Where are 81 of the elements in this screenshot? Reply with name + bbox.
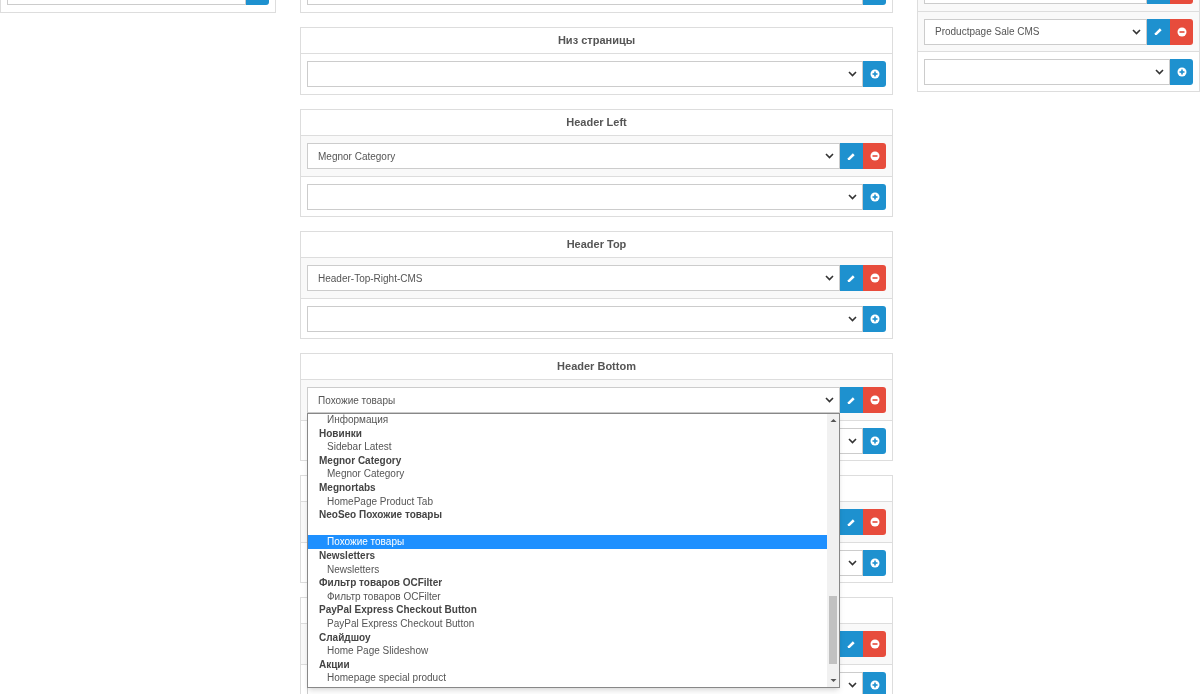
minus-circle-icon [869,639,880,649]
panel-title: Header Top [566,237,627,253]
minus-circle-icon [869,395,880,405]
add-button[interactable] [863,549,886,576]
panel-title: Header Bottom [557,359,636,375]
plus-circle-icon [1176,66,1187,77]
dropdown-option[interactable]: Newsletters [308,562,827,577]
edit-button[interactable] [840,143,863,169]
edit-button[interactable] [840,265,863,291]
plus-circle-icon [869,313,880,324]
remove-button[interactable] [1170,18,1193,45]
pencil-icon [847,151,856,161]
edit-button[interactable] [840,509,863,535]
chevron-down-icon [1155,68,1164,75]
edit-button[interactable] [840,631,863,657]
plus-circle-icon [869,69,880,79]
select-field[interactable] [307,61,863,87]
add-button[interactable] [863,61,886,87]
chevron-down-icon [848,437,857,444]
chevron-down-icon [848,681,857,688]
add-button[interactable] [1170,58,1193,85]
chevron-down-icon [848,315,857,322]
select-field[interactable]: Header-Top-Right-CMS [307,265,840,291]
select-field[interactable]: Productpage Sale CMS [924,18,1147,45]
option-group-label: Новинки [318,426,363,441]
pencil-icon [847,639,856,649]
option-group-label: Megnor Category [318,453,403,468]
plus-circle-icon [869,191,880,202]
scrollbar-thumb[interactable] [829,596,837,664]
edit-button[interactable] [1147,18,1170,45]
dropdown-option[interactable]: HomePage Product Tab [308,494,827,509]
dropdown-option[interactable]: Информация [308,414,827,427]
edit-button[interactable] [840,387,863,413]
chevron-down-icon [825,153,834,159]
dropdown-option[interactable]: Homepage special product [308,671,827,685]
option-group-label: NeoSeo Похожие товары [318,508,444,522]
option-group-label: Newsletters [318,548,377,563]
option-group-label: Слайдшоу [318,630,372,645]
remove-button[interactable] [863,265,886,291]
scrollbar[interactable] [827,414,839,687]
add-button[interactable] [863,305,886,332]
add-button[interactable] [863,427,886,454]
chevron-down-icon [848,71,857,77]
minus-circle-icon [1176,26,1187,37]
remove-button[interactable] [863,143,886,169]
add-button[interactable] [863,183,886,210]
pencil-icon [847,517,856,527]
select-field[interactable] [924,58,1170,85]
panel-title: Низ страницы [557,33,636,49]
chevron-down-icon [1132,28,1141,35]
option-group-label: Фильтр товаров OCFilter [318,576,444,590]
remove-button[interactable] [863,631,886,657]
option-group-label: Акции [318,657,351,672]
minus-circle-icon [869,273,880,283]
pencil-icon [847,273,856,283]
pencil-icon [847,395,856,405]
select-field[interactable]: Megnor Category [307,143,840,169]
pencil-icon [1154,27,1163,36]
remove-button[interactable] [863,509,886,535]
option-group-label: Megnortabs [318,480,377,495]
plus-circle-icon [869,435,880,446]
plus-circle-icon [869,557,880,568]
panel-title: Header Left [566,115,627,131]
add-button[interactable] [863,671,886,694]
plus-circle-icon [869,679,880,690]
dropdown-option[interactable]: Megnor Category [308,467,827,481]
chevron-down-icon [848,559,857,566]
select-field[interactable] [307,183,863,210]
option-group-label: PayPal Express Checkout Button [318,603,478,617]
minus-circle-icon [869,151,880,161]
remove-button[interactable] [863,387,886,413]
select-field[interactable] [307,305,863,332]
dropdown-option[interactable]: Фильтр товаров OCFilter [308,589,827,604]
minus-circle-icon [869,517,880,527]
dropdown-option[interactable]: Sidebar Latest [308,440,827,454]
chevron-down-icon [825,397,834,403]
dropdown-option[interactable]: Home Page Slideshow [308,644,827,658]
chevron-down-icon [825,275,834,281]
chevron-down-icon [848,193,857,200]
select-field[interactable]: Похожие товары [307,387,840,413]
dropdown-option[interactable]: PayPal Express Checkout Button [308,616,827,631]
